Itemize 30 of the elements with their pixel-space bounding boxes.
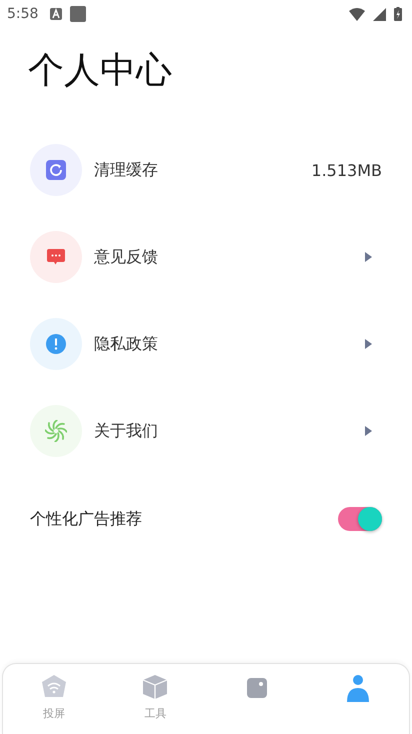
wifi-icon <box>349 8 365 20</box>
tab-label: 投屏 <box>42 706 65 721</box>
tab-label: 工具 <box>144 706 166 721</box>
refresh-icon <box>46 160 66 180</box>
menu-item[interactable]: 关于我们 <box>30 405 382 457</box>
menu-label: 清理缓存 <box>94 160 158 180</box>
wifi-shield-icon <box>40 674 67 700</box>
chevron-right-icon <box>365 252 372 262</box>
cache-size: 1.513MB <box>311 160 382 180</box>
battery-icon <box>394 7 402 21</box>
setting-label: 个性化广告推荐 <box>30 508 142 530</box>
page-title: 个人中心 <box>28 49 173 93</box>
menu-item[interactable]: 意见反馈 <box>30 231 382 283</box>
toggle-switch[interactable] <box>338 507 382 531</box>
notification-icon <box>50 8 62 20</box>
swirl-icon <box>45 420 67 442</box>
box-icon <box>142 674 168 700</box>
chevron-right-icon <box>365 339 372 349</box>
menu-item[interactable]: 清理缓存 1.513MB <box>30 144 382 196</box>
notification-icon <box>70 6 86 22</box>
person-icon <box>345 674 372 704</box>
chat-icon <box>46 247 66 267</box>
menu-label: 隐私政策 <box>94 334 158 354</box>
status-time: 5:58 <box>7 6 38 22</box>
signal-icon <box>373 8 386 20</box>
menu-item[interactable]: 隐私政策 <box>30 318 382 370</box>
menu-label: 关于我们 <box>94 420 158 442</box>
exclamation-icon <box>46 334 66 354</box>
menu-label: 意见反馈 <box>94 246 158 268</box>
chevron-right-icon <box>365 426 372 436</box>
